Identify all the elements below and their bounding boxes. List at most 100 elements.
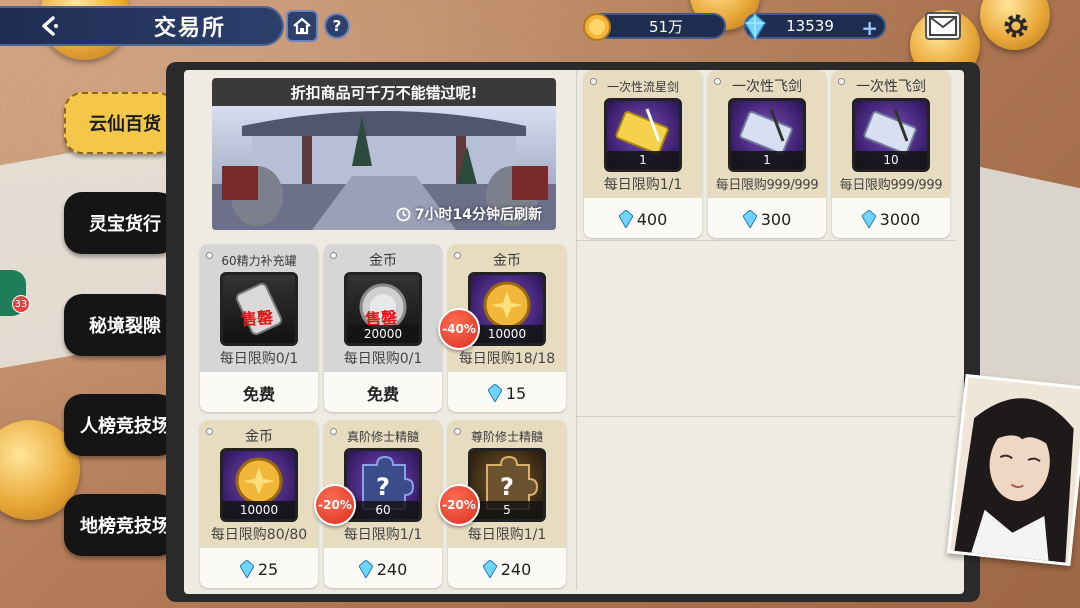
purchase-limit: 每日限购0/1	[219, 351, 299, 367]
item-name: 金币	[245, 429, 273, 445]
banner-image: 7小时14分钟后刷新	[212, 106, 556, 230]
item-quantity: 10	[855, 151, 927, 169]
top-bar: 交易所 ? 51万 13539 +	[0, 0, 1080, 50]
item-name: 一次性流星剑	[606, 80, 679, 94]
price-button[interactable]: 3000	[832, 206, 950, 232]
divider	[576, 416, 956, 417]
purchase-limit: 每日限购80/80	[210, 527, 308, 543]
item-icon-frame: 10	[852, 98, 930, 172]
shop-item-card[interactable]: 一次性飞剑 10 每日限购999/999 3000	[832, 70, 950, 238]
purchase-limit: 每日限购0/1	[343, 351, 423, 367]
back-button[interactable]	[30, 9, 70, 43]
price-value: 400	[636, 209, 668, 229]
banner-headline: 折扣商品可千万不能错过呢!	[212, 78, 556, 106]
price-value: 3000	[879, 209, 921, 229]
mail-icon	[929, 16, 957, 36]
item-icon-frame: 1	[728, 98, 806, 172]
gem-icon	[239, 560, 254, 578]
item-quantity: 1	[731, 151, 803, 169]
coin-icon	[583, 13, 611, 41]
item-icon-frame: 售罄	[220, 272, 298, 346]
item-icon-frame: 1	[604, 98, 682, 172]
add-gems-icon[interactable]: +	[861, 16, 878, 40]
gem-icon	[482, 560, 497, 578]
shop-item-card[interactable]: 一次性流星剑 1 每日限购1/1 400	[584, 70, 702, 238]
svg-text:?: ?	[376, 473, 390, 501]
price-value: 300	[760, 209, 792, 229]
item-name: 一次性飞剑	[732, 79, 802, 95]
item-icon-frame: ? 5	[468, 448, 546, 522]
price-button[interactable]: 25	[200, 556, 318, 582]
purchase-limit: 每日限购999/999	[839, 178, 943, 193]
discount-banner: 折扣商品可千万不能错过呢! 7小时14分钟后刷新	[212, 78, 556, 230]
gem-icon	[618, 210, 633, 228]
page-title: 交易所	[153, 16, 226, 41]
price-value: 免费	[366, 385, 399, 404]
gem-icon	[744, 12, 766, 42]
purchase-limit: 每日限购1/1	[467, 527, 547, 543]
gem-icon	[861, 210, 876, 228]
svg-text:?: ?	[500, 473, 514, 501]
price-value: 免费	[242, 385, 275, 404]
item-quantity: 10000	[471, 325, 543, 343]
purchase-limit: 每日限购999/999	[715, 178, 819, 193]
gem-balance: 13539 +	[744, 12, 886, 42]
item-name: 一次性飞剑	[856, 79, 926, 95]
claim-button[interactable]: 免费	[324, 380, 442, 406]
shop-item-card[interactable]: 金币 10000 每日限购80/80 25	[200, 420, 318, 588]
purchase-limit: 每日限购1/1	[603, 177, 683, 193]
mail-button[interactable]	[925, 12, 961, 40]
character-portrait[interactable]	[946, 374, 1080, 566]
purchase-limit: 每日限购18/18	[458, 351, 556, 367]
item-quantity: 10000	[223, 501, 295, 519]
clock-icon	[396, 207, 411, 221]
item-quantity: 20000	[347, 325, 419, 343]
refresh-text: 7小时14分钟后刷新	[414, 207, 542, 223]
item-icon-frame: 售罄 20000	[344, 272, 422, 346]
shop-item-card[interactable]: 一次性飞剑 1 每日限购999/999 300	[708, 70, 826, 238]
item-name: 真阶修士精髓	[346, 430, 419, 444]
item-name: 60精力补充罐	[221, 254, 297, 268]
settings-button[interactable]	[1000, 10, 1032, 42]
price-button[interactable]: 240	[448, 556, 566, 582]
discount-badge: -20%	[314, 484, 356, 526]
item-name: 尊阶修士精髓	[470, 430, 543, 444]
item-icon-frame: 10000	[220, 448, 298, 522]
price-button[interactable]: 300	[708, 206, 826, 232]
notification-badge: 33	[12, 295, 30, 313]
item-quantity: 1	[607, 151, 679, 169]
shop-item-card[interactable]: 60精力补充罐 售罄 每日限购0/1 免费	[200, 244, 318, 412]
refresh-timer: 7小时14分钟后刷新	[396, 204, 542, 224]
sold-out-label: 售罄	[240, 307, 274, 330]
home-icon	[293, 17, 311, 35]
item-icon-frame: 10000	[468, 272, 546, 346]
price-value: 15	[505, 383, 527, 403]
gem-icon	[358, 560, 373, 578]
price-value: 240	[376, 559, 408, 579]
claim-button[interactable]: 免费	[200, 380, 318, 406]
discount-badge: -40%	[438, 308, 480, 350]
gem-icon	[742, 210, 757, 228]
price-value: 240	[500, 559, 532, 579]
item-quantity: 60	[347, 501, 419, 519]
divider	[576, 70, 577, 590]
gear-icon	[1004, 14, 1028, 38]
item-icon-frame: ? 60	[344, 448, 422, 522]
home-button[interactable]	[286, 10, 318, 42]
divider	[576, 240, 956, 241]
item-name: 金币	[369, 253, 397, 269]
price-button[interactable]: 400	[584, 206, 702, 232]
help-button[interactable]: ?	[324, 13, 350, 39]
price-button[interactable]: 240	[324, 556, 442, 582]
price-button[interactable]: 15	[448, 380, 566, 406]
discount-badge: -20%	[438, 484, 480, 526]
price-value: 25	[257, 559, 279, 579]
purchase-limit: 每日限购1/1	[343, 527, 423, 543]
character-face-image	[949, 377, 1080, 566]
shop-item-card[interactable]: 金币 售罄 20000 每日限购0/1 免费	[324, 244, 442, 412]
item-name: 金币	[493, 253, 521, 269]
item-quantity: 5	[471, 501, 543, 519]
gem-icon	[487, 384, 502, 402]
coin-amount: 51万	[648, 17, 684, 36]
gem-amount: 13539	[786, 17, 834, 35]
